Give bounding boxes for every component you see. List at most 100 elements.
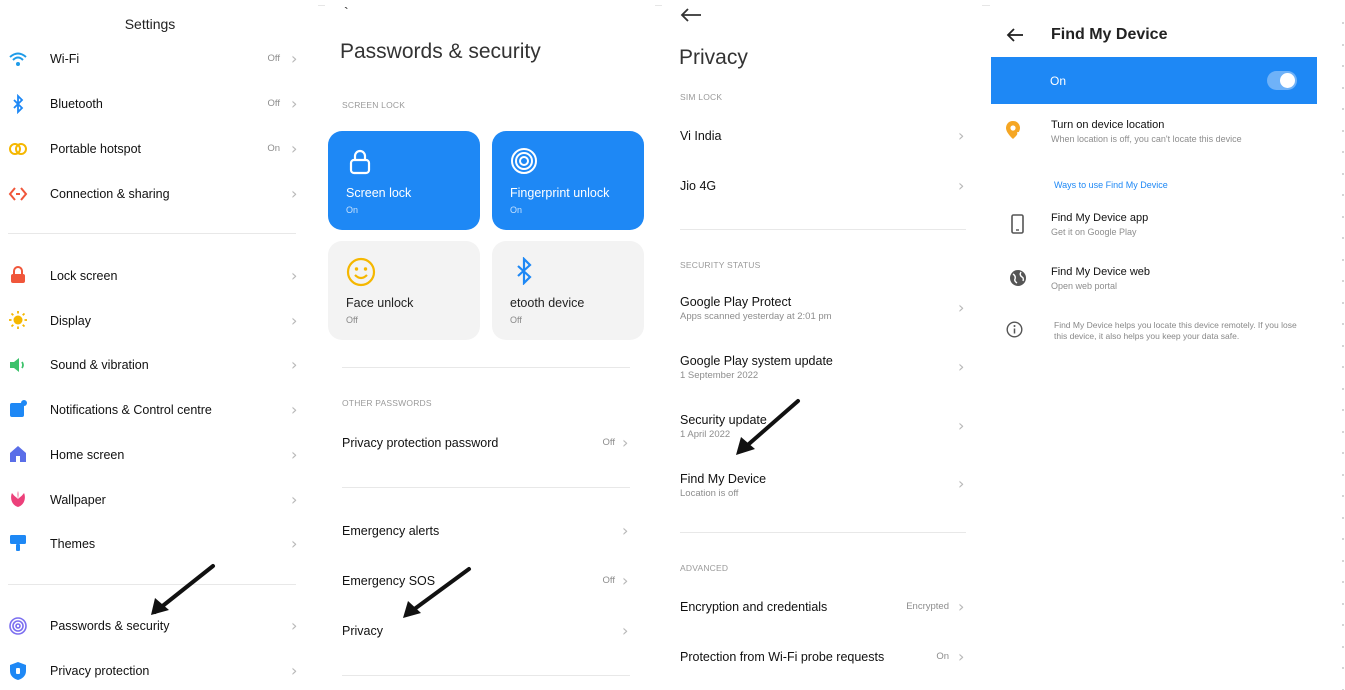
privacy-row[interactable]: Privacy ›	[325, 618, 645, 646]
phone-icon	[1011, 214, 1024, 234]
row-sub: Open web portal	[1051, 281, 1118, 291]
turn-on-location-row[interactable]: Turn on device location When location is…	[990, 116, 1320, 152]
find-my-device-app-row[interactable]: Find My Device app Get it on Google Play	[990, 209, 1320, 243]
chevron-right-icon: ›	[291, 266, 298, 285]
page-title: Passwords & security	[340, 40, 541, 63]
chevron-right-icon: ›	[958, 416, 965, 435]
settings-item-themes[interactable]: Themes ›	[0, 531, 310, 559]
settings-item-lock-screen[interactable]: Lock screen ›	[0, 263, 310, 291]
screen-lock-tile[interactable]: Screen lock On	[328, 131, 480, 230]
section-header: OTHER PASSWORDS	[342, 398, 432, 408]
edge-dot	[1342, 430, 1344, 433]
find-my-device-web-row[interactable]: Find My Device web Open web portal	[990, 263, 1320, 297]
divider	[680, 532, 966, 533]
find-my-device-row[interactable]: Find My Device Location is off ›	[662, 466, 977, 502]
switch-knob	[1280, 73, 1295, 88]
settings-item-home-screen[interactable]: Home screen ›	[0, 442, 310, 470]
edge-dot	[1342, 43, 1344, 46]
chevron-right-icon: ›	[958, 357, 965, 376]
emergency-alerts-row[interactable]: Emergency alerts ›	[325, 518, 645, 546]
encryption-credentials-row[interactable]: Encryption and credentials Encrypted ›	[662, 594, 977, 622]
settings-item-label: Wi-Fi	[50, 52, 80, 66]
tile-status: On	[346, 205, 359, 215]
screenshot-collage: Settings Wi-Fi Off › Bluetooth Off › Por…	[0, 0, 1345, 690]
on-off-switch[interactable]	[1267, 71, 1297, 90]
settings-item-wifi[interactable]: Wi-Fi Off ›	[0, 46, 310, 74]
settings-item-notifications[interactable]: Notifications & Control centre ›	[0, 397, 310, 425]
settings-item-display[interactable]: Display ›	[0, 308, 310, 336]
edge-dot	[1342, 516, 1344, 519]
edge-dot	[1342, 323, 1344, 325]
chevron-right-icon: ›	[291, 94, 298, 113]
settings-item-label: Passwords & security	[50, 619, 170, 633]
wifi-icon	[9, 52, 27, 66]
chevron-right-icon: ›	[291, 534, 298, 553]
lock-icon	[349, 149, 371, 175]
sun-icon	[9, 311, 27, 329]
chevron-right-icon: ›	[291, 661, 298, 680]
security-update-row[interactable]: Security update 1 April 2022 ›	[662, 408, 977, 444]
row-sub: Location is off	[680, 488, 739, 499]
wifi-probe-protection-row[interactable]: Protection from Wi-Fi probe requests On …	[662, 644, 977, 672]
edge-dot	[1342, 495, 1344, 497]
settings-item-label: Notifications & Control centre	[50, 403, 212, 417]
chevron-right-icon: ›	[622, 621, 629, 640]
settings-item-label: Sound & vibration	[50, 358, 149, 372]
row-label: Google Play system update	[680, 354, 833, 368]
arrow-left-icon[interactable]	[680, 8, 702, 22]
connection-icon	[8, 187, 28, 201]
edge-dot	[1342, 452, 1344, 454]
back-button[interactable]: `	[344, 4, 349, 20]
settings-item-bluetooth[interactable]: Bluetooth Off ›	[0, 91, 310, 119]
fingerprint-icon	[9, 617, 27, 635]
settings-item-connection[interactable]: Connection & sharing ›	[0, 181, 310, 209]
edge-dot	[1342, 108, 1344, 110]
edge-dot	[1342, 194, 1344, 196]
settings-item-wallpaper[interactable]: Wallpaper ›	[0, 487, 310, 515]
settings-item-sound[interactable]: Sound & vibration ›	[0, 352, 310, 380]
smiley-icon	[346, 257, 376, 287]
settings-item-hotspot[interactable]: Portable hotspot On ›	[0, 136, 310, 164]
status-text: On	[936, 651, 949, 662]
edge-dot	[1342, 559, 1344, 562]
chevron-right-icon: ›	[622, 571, 629, 590]
bluetooth-icon	[13, 94, 24, 114]
settings-item-privacy-protection[interactable]: Privacy protection ›	[0, 658, 310, 686]
find-my-device-toggle-bar[interactable]: On	[991, 57, 1317, 104]
tile-label: Face unlock	[346, 296, 414, 310]
bluetooth-icon	[517, 257, 532, 285]
row-sub: 1 September 2022	[680, 370, 759, 381]
face-unlock-tile[interactable]: Face unlock Off	[328, 241, 480, 340]
play-system-update-row[interactable]: Google Play system update 1 September 20…	[662, 349, 977, 385]
annotation-arrow-icon	[151, 564, 215, 615]
settings-panel: Settings Wi-Fi Off › Bluetooth Off › Por…	[0, 0, 318, 690]
chevron-right-icon: ›	[958, 298, 965, 317]
edge-dot	[1342, 129, 1344, 132]
chevron-right-icon: ›	[291, 311, 298, 330]
google-play-protect-row[interactable]: Google Play Protect Apps scanned yesterd…	[662, 290, 977, 326]
divider	[342, 487, 630, 488]
row-sub: When location is off, you can't locate t…	[1051, 134, 1242, 144]
row-label: Turn on device location	[1051, 119, 1165, 131]
annotation-arrow-icon	[736, 399, 800, 455]
edge-dot	[1342, 581, 1344, 583]
sim-row-vi-india[interactable]: Vi India ›	[662, 123, 977, 151]
bluetooth-device-tile[interactable]: etooth device Off	[492, 241, 644, 340]
ways-to-use-link[interactable]: Ways to use Find My Device	[1054, 180, 1168, 190]
tile-status: On	[510, 205, 523, 215]
row-label: Find My Device app	[1051, 212, 1149, 224]
fingerprint-unlock-tile[interactable]: Fingerprint unlock On	[492, 131, 644, 230]
edge-dot	[1342, 65, 1344, 67]
privacy-protection-password-row[interactable]: Privacy protection password Off ›	[325, 430, 645, 458]
edge-dot	[1342, 538, 1344, 540]
sim-row-jio[interactable]: Jio 4G ›	[662, 173, 977, 201]
emergency-sos-row[interactable]: Emergency SOS Off ›	[325, 568, 645, 596]
row-label: Encryption and credentials	[680, 600, 828, 614]
section-header: SCREEN LOCK	[342, 100, 406, 110]
flower-icon	[11, 491, 25, 507]
row-sub: 1 April 2022	[680, 429, 731, 440]
arrow-left-icon[interactable]	[1006, 28, 1024, 42]
home-icon	[10, 446, 26, 462]
settings-item-label: Connection & sharing	[50, 187, 170, 201]
section-header: SIM LOCK	[680, 92, 723, 102]
